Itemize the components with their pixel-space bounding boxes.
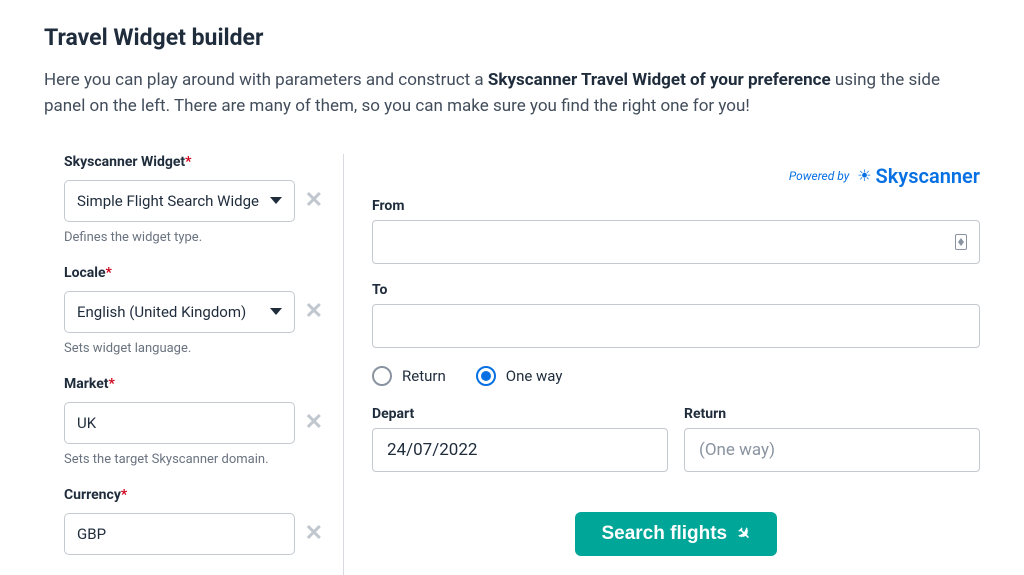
widget-type-value: Simple Flight Search Widge	[77, 192, 259, 210]
required-marker: *	[185, 154, 191, 170]
radio-icon	[372, 366, 392, 386]
intro-bold: Skyscanner Travel Widget of your prefere…	[488, 70, 835, 90]
market-label: Market*	[64, 376, 323, 392]
intro-text: Here you can play around with parameters…	[44, 67, 980, 120]
locale-help: Sets widget language.	[64, 341, 323, 356]
page-title: Travel Widget builder	[44, 24, 980, 51]
widget-type-label: Skyscanner Widget*	[64, 154, 323, 170]
widget-preview: Powered by ☀ Skyscanner From To Return	[344, 154, 980, 575]
return-date-placeholder: (One way)	[699, 440, 775, 460]
trip-type-return-radio[interactable]: Return	[372, 366, 446, 386]
locale-label: Locale*	[64, 265, 323, 281]
locale-value: English (United Kingdom)	[77, 303, 246, 321]
caret-down-icon	[270, 197, 282, 204]
to-label: To	[372, 282, 980, 298]
required-marker: *	[121, 487, 127, 503]
depart-date-value: 24/07/2022	[387, 440, 477, 460]
clear-currency-icon[interactable]: ✕	[305, 523, 323, 545]
clear-widget-type-icon[interactable]: ✕	[305, 190, 323, 212]
to-input[interactable]	[372, 304, 980, 348]
currency-label: Currency*	[64, 487, 323, 503]
required-marker: *	[106, 265, 112, 281]
airplane-icon: ✈	[732, 522, 756, 546]
market-input[interactable]: UK	[64, 402, 295, 444]
clear-locale-icon[interactable]: ✕	[305, 301, 323, 323]
market-help: Sets the target Skyscanner domain.	[64, 452, 323, 467]
trip-type-oneway-label: One way	[506, 367, 563, 385]
return-date-input[interactable]: (One way)	[684, 428, 980, 472]
trip-type-oneway-radio[interactable]: One way	[476, 366, 563, 386]
trip-type-return-label: Return	[402, 367, 446, 385]
skyscanner-wordmark: Skyscanner	[876, 164, 980, 188]
depart-label: Depart	[372, 406, 668, 422]
depart-date-input[interactable]: 24/07/2022	[372, 428, 668, 472]
powered-by-text: Powered by	[789, 169, 849, 183]
return-label: Return	[684, 406, 980, 422]
search-flights-label: Search flights	[601, 523, 727, 545]
currency-input[interactable]: GBP	[64, 513, 295, 555]
required-marker: *	[109, 376, 115, 392]
clear-market-icon[interactable]: ✕	[305, 412, 323, 434]
currency-value: GBP	[77, 525, 106, 543]
widget-type-help: Defines the widget type.	[64, 230, 323, 245]
radio-icon	[476, 366, 496, 386]
search-flights-button[interactable]: Search flights ✈	[575, 512, 776, 556]
sunrise-icon: ☀	[857, 166, 871, 185]
from-input[interactable]	[372, 220, 980, 264]
market-value: UK	[77, 414, 96, 432]
powered-by: Powered by ☀ Skyscanner	[372, 164, 980, 188]
from-label: From	[372, 198, 980, 214]
locale-select[interactable]: English (United Kingdom)	[64, 291, 295, 333]
settings-sidebar: Skyscanner Widget* Simple Flight Search …	[44, 154, 344, 575]
intro-pre: Here you can play around with parameters…	[44, 70, 488, 90]
swap-icon[interactable]	[955, 234, 967, 250]
caret-down-icon	[270, 308, 282, 315]
widget-type-select[interactable]: Simple Flight Search Widge	[64, 180, 295, 222]
skyscanner-logo: ☀ Skyscanner	[857, 164, 980, 188]
